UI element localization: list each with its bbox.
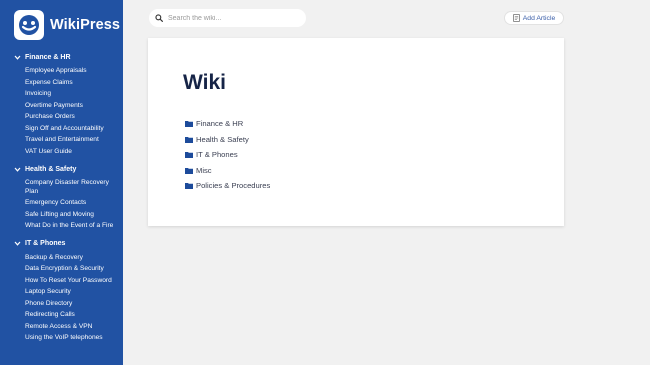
sidebar-section-title: Finance & HR bbox=[25, 53, 71, 61]
sidebar-item-sign-off[interactable]: Sign Off and Accountability bbox=[0, 125, 123, 134]
sidebar-section-toggle-health-safety[interactable]: Health & Safety bbox=[0, 162, 123, 176]
sidebar-item-reset-password[interactable]: How To Reset Your Password bbox=[0, 277, 123, 286]
brand[interactable]: WikiPress bbox=[14, 10, 120, 40]
wikipress-logo-icon bbox=[14, 10, 44, 40]
sidebar-section-it-phones: IT & Phones Backup & Recovery Data Encry… bbox=[0, 237, 123, 343]
sidebar-item-remote-access[interactable]: Remote Access & VPN bbox=[0, 323, 123, 332]
sidebar-item-disaster-recovery[interactable]: Company Disaster Recovery Plan bbox=[0, 179, 123, 196]
folder-label: Policies & Procedures bbox=[196, 181, 271, 191]
folder-label: Misc bbox=[196, 165, 212, 175]
folder-icon bbox=[185, 167, 193, 174]
search-icon bbox=[155, 14, 163, 22]
sidebar-item-backup-recovery[interactable]: Backup & Recovery bbox=[0, 254, 123, 263]
sidebar: WikiPress Finance & HR Employee Appraisa… bbox=[0, 0, 123, 365]
add-article-button[interactable]: Add Article bbox=[504, 11, 564, 25]
folder-label: Health & Safety bbox=[196, 134, 249, 144]
folder-icon bbox=[185, 151, 193, 159]
sidebar-item-laptop-security[interactable]: Laptop Security bbox=[0, 288, 123, 297]
page-title: Wiki bbox=[183, 71, 226, 94]
sidebar-item-redirecting-calls[interactable]: Redirecting Calls bbox=[0, 311, 123, 320]
sidebar-section-finance-hr: Finance & HR Employee Appraisals Expense… bbox=[0, 50, 123, 156]
sidebar-item-travel[interactable]: Travel and Entertainment bbox=[0, 136, 123, 145]
folder-health-safety[interactable]: Health & Safety bbox=[185, 132, 270, 148]
sidebar-section-toggle-it-phones[interactable]: IT & Phones bbox=[0, 237, 123, 251]
folder-icon bbox=[185, 136, 193, 143]
sidebar-section-title: IT & Phones bbox=[25, 240, 66, 247]
folder-label: IT & Phones bbox=[196, 150, 238, 160]
chevron-down-icon bbox=[13, 240, 21, 248]
folder-misc[interactable]: Misc bbox=[185, 163, 270, 179]
folder-it-phones[interactable]: IT & Phones bbox=[185, 147, 270, 163]
sidebar-item-safe-lifting[interactable]: Safe Lifting and Moving bbox=[0, 211, 123, 220]
folder-finance-hr[interactable]: Finance & HR bbox=[185, 116, 270, 132]
folder-label: Finance & HR bbox=[196, 119, 244, 129]
sidebar-item-overtime-payments[interactable]: Overtime Payments bbox=[0, 102, 123, 111]
folder-icon bbox=[185, 182, 193, 190]
sidebar-section-health-safety: Health & Safety Company Disaster Recover… bbox=[0, 162, 123, 231]
chevron-down-icon bbox=[13, 53, 21, 61]
sidebar-item-expense-claims[interactable]: Expense Claims bbox=[0, 79, 123, 88]
chevron-down-icon bbox=[13, 165, 21, 173]
main-card: Wiki Finance & HR Health & Safety IT & P… bbox=[148, 38, 564, 226]
folder-icon bbox=[185, 120, 193, 128]
sidebar-item-vat-guide[interactable]: VAT User Guide bbox=[0, 148, 123, 157]
sidebar-section-toggle-finance-hr[interactable]: Finance & HR bbox=[0, 50, 123, 64]
add-article-icon bbox=[512, 14, 520, 22]
search-input[interactable] bbox=[168, 14, 298, 22]
sidebar-item-fire[interactable]: What Do in the Event of a Fire bbox=[0, 222, 123, 231]
search-box[interactable] bbox=[149, 9, 306, 27]
sidebar-section-title: Health & Safety bbox=[25, 165, 77, 173]
folder-policies-procedures[interactable]: Policies & Procedures bbox=[185, 178, 270, 194]
sidebar-nav: Finance & HR Employee Appraisals Expense… bbox=[0, 50, 123, 349]
brand-name: WikiPress bbox=[50, 17, 121, 33]
folder-list: Finance & HR Health & Safety IT & Phones… bbox=[185, 116, 270, 194]
sidebar-item-emergency-contacts[interactable]: Emergency Contacts bbox=[0, 199, 123, 208]
sidebar-item-employee-appraisals[interactable]: Employee Appraisals bbox=[0, 67, 123, 76]
sidebar-item-data-encryption[interactable]: Data Encryption & Security bbox=[0, 265, 123, 274]
sidebar-item-voip[interactable]: Using the VoIP telephones bbox=[0, 334, 123, 343]
sidebar-item-phone-directory[interactable]: Phone Directory bbox=[0, 300, 123, 309]
add-article-label: Add Article bbox=[522, 14, 556, 22]
sidebar-item-invoicing[interactable]: Invoicing bbox=[0, 90, 123, 99]
sidebar-item-purchase-orders[interactable]: Purchase Orders bbox=[0, 113, 123, 122]
